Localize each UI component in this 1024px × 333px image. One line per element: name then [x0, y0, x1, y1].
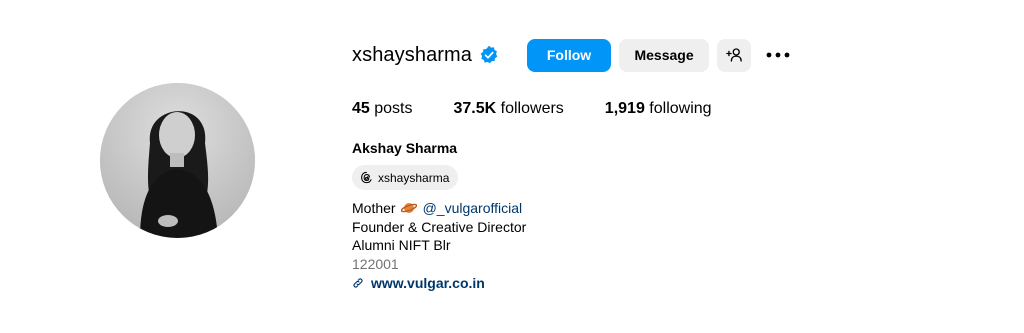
mention-link[interactable]: @_vulgarofficial	[423, 199, 523, 218]
followers-stat[interactable]: 37.5K followers	[454, 100, 564, 118]
followers-label: followers	[500, 100, 564, 117]
website-link[interactable]: www.vulgar.co.in	[352, 274, 526, 293]
threads-icon	[361, 171, 372, 184]
avatar-photo	[100, 83, 255, 238]
bio-line-2: Founder & Creative Director	[352, 218, 527, 235]
avatar[interactable]	[100, 83, 255, 238]
bio: Mother @_vulgarofficial Founder & Creati…	[352, 199, 526, 293]
following-stat[interactable]: 1,919 following	[605, 100, 712, 118]
threads-link[interactable]: xshaysharma	[352, 165, 459, 190]
posts-label: posts	[374, 100, 413, 117]
suggested-accounts-button[interactable]	[717, 38, 752, 72]
more-options-button[interactable]	[763, 39, 793, 72]
bio-text: Mother	[352, 200, 396, 216]
posts-count: 45	[352, 100, 370, 117]
verified-badge-icon	[479, 45, 499, 65]
planet-emoji	[400, 201, 417, 215]
posts-stat: 45 posts	[352, 100, 413, 118]
followers-count: 37.5K	[453, 100, 497, 117]
follow-button[interactable]: Follow	[527, 38, 612, 72]
profile-stats: 45 posts 37.5K followers 1,919 following	[352, 100, 753, 118]
profile-header: xshaysharma Follow Message 45 posts 37.5…	[0, 0, 1024, 333]
more-options-icon	[766, 52, 790, 58]
username[interactable]: xshaysharma	[352, 44, 472, 67]
full-name: Akshay Sharma	[352, 140, 458, 156]
add-person-icon	[726, 48, 742, 62]
website-url: www.vulgar.co.in	[371, 275, 485, 291]
threads-handle: xshaysharma	[378, 170, 450, 185]
bio-line-3: Alumni NIFT Blr	[352, 237, 451, 253]
bio-line-4: 122001	[352, 255, 399, 272]
link-icon	[353, 278, 363, 288]
message-button[interactable]: Message	[619, 38, 710, 72]
following-label: following	[649, 100, 712, 117]
header-row: xshaysharma Follow Message	[352, 38, 793, 72]
bio-line-1: Mother @_vulgarofficial	[352, 199, 526, 218]
following-count: 1,919	[604, 100, 645, 117]
